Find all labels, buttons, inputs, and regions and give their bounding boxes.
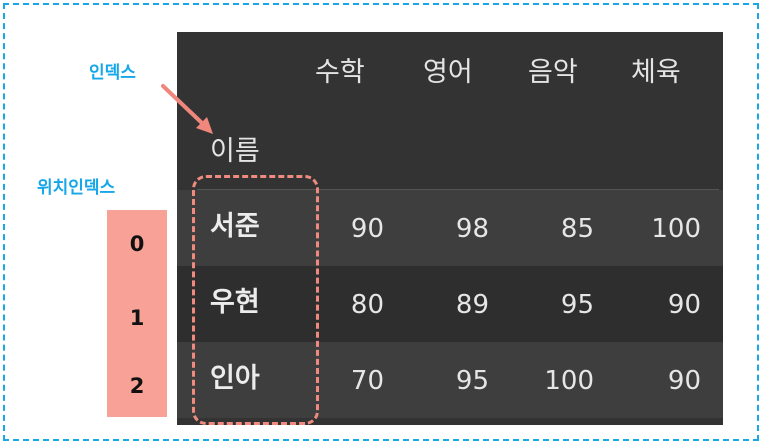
table-cell: 70 (350, 366, 384, 396)
position-index-annotation-label: 위치인덱스 (37, 178, 116, 198)
index-annotation-label: 인덱스 (89, 63, 136, 83)
table-cell: 100 (651, 214, 701, 244)
column-header: 음악 (528, 57, 578, 88)
table-cell: 100 (544, 366, 594, 396)
index-name-header: 이름 (210, 136, 260, 167)
table-cell: 89 (455, 290, 489, 320)
table-cell: 85 (560, 214, 594, 244)
table-cell: 80 (350, 290, 384, 320)
index-highlight-box (192, 175, 319, 425)
column-header: 체육 (631, 57, 681, 88)
table-cell: 90 (350, 214, 384, 244)
table-cell: 98 (455, 214, 489, 244)
position-number: 0 (129, 232, 145, 256)
table-cell: 95 (560, 290, 594, 320)
table-cell: 90 (667, 290, 701, 320)
position-number: 2 (129, 374, 145, 398)
column-header: 수학 (315, 57, 365, 88)
table-cell: 95 (455, 366, 489, 396)
position-index-column: 0 1 2 (107, 210, 167, 417)
table-cell: 90 (667, 366, 701, 396)
position-number: 1 (129, 306, 145, 330)
column-header: 영어 (423, 57, 473, 88)
